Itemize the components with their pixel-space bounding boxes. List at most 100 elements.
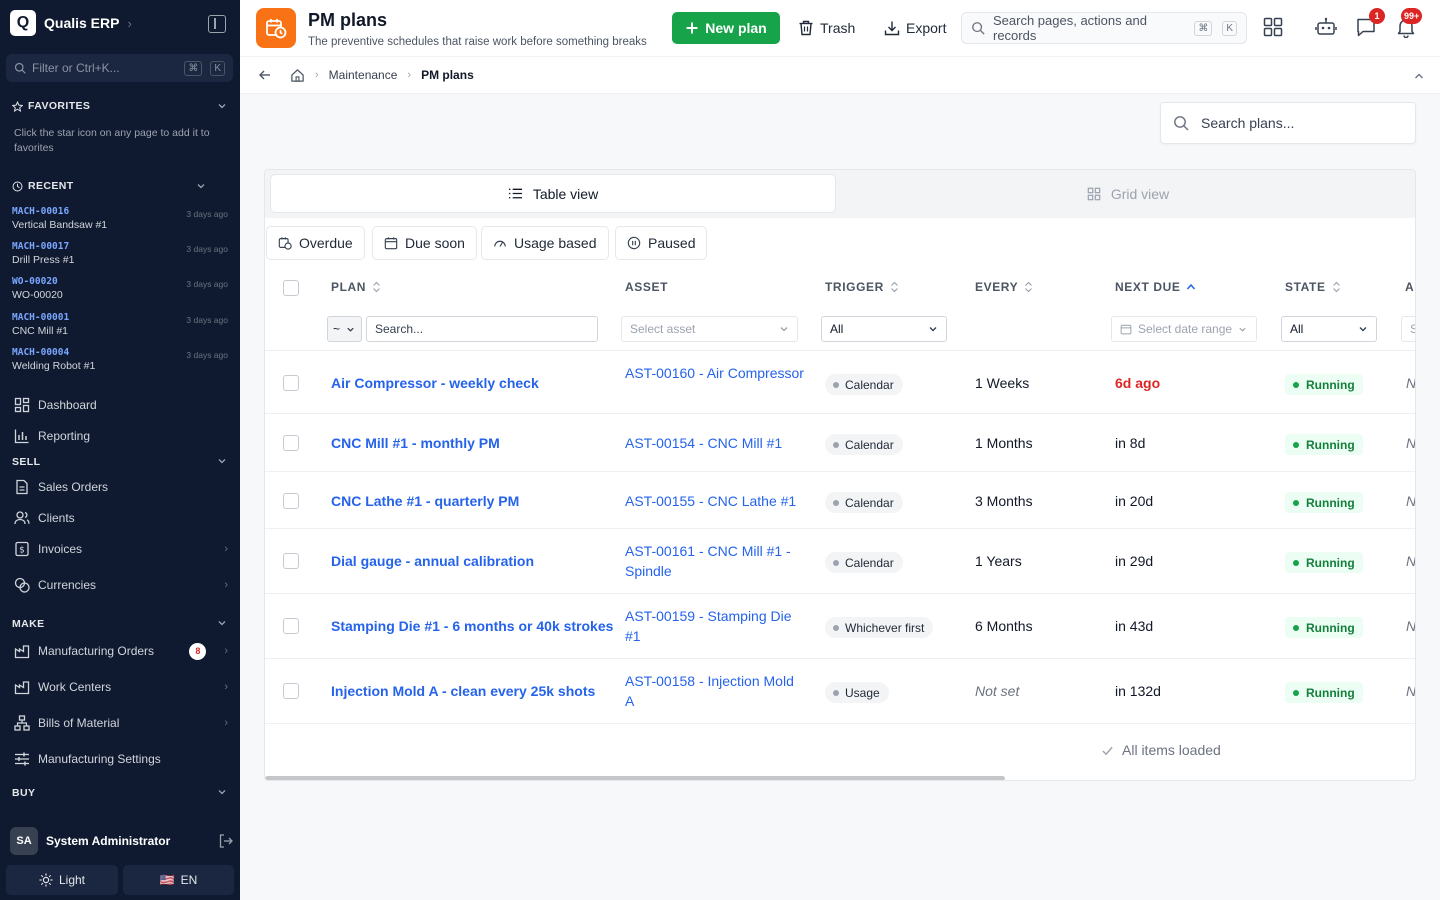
trigger-pill: Calendar [825, 492, 903, 513]
plans-search-placeholder: Search plans... [1201, 115, 1295, 131]
filter-chip-paused[interactable]: Paused [615, 226, 708, 260]
select-all-checkbox[interactable] [283, 280, 299, 296]
sidebar-item-currencies[interactable]: Currencies › [14, 574, 228, 596]
column-header-state[interactable]: STATE [1285, 280, 1341, 294]
robot-icon[interactable] [1315, 16, 1337, 38]
asset-link[interactable]: AST-00154 - CNC Mill #1 [625, 433, 815, 453]
global-search-placeholder: Search pages, actions and records [993, 13, 1147, 43]
trash-button[interactable]: Trash [798, 12, 855, 44]
chevron-down-icon[interactable] [217, 618, 227, 628]
row-checkbox[interactable] [283, 553, 299, 569]
global-search-input[interactable]: Search pages, actions and records ⌘ K [961, 12, 1247, 44]
table-row[interactable]: Stamping Die #1 - 6 months or 40k stroke… [265, 594, 1415, 659]
sidebar-collapse-icon[interactable] [208, 15, 226, 33]
column-header-asset[interactable]: ASSET [625, 280, 668, 294]
table-row[interactable]: Air Compressor - weekly check AST-00160 … [265, 351, 1415, 414]
chevron-down-icon[interactable] [196, 181, 206, 191]
sidebar-item-reporting[interactable]: Reporting [14, 425, 228, 447]
sort-icon [1025, 281, 1033, 293]
next-due-date-range[interactable]: Select date range [1111, 316, 1257, 342]
sidebar-item-sales-orders[interactable]: Sales Orders [14, 476, 228, 498]
sidebar-item-work-centers[interactable]: Work Centers › [14, 676, 228, 698]
table-row[interactable]: Injection Mold A - clean every 25k shots… [265, 659, 1415, 724]
table-row[interactable]: CNC Lathe #1 - quarterly PM AST-00155 - … [265, 472, 1415, 529]
filter-chip-due-soon[interactable]: Due soon [372, 226, 477, 260]
plan-link[interactable]: Stamping Die #1 - 6 months or 40k stroke… [331, 616, 613, 636]
recent-item[interactable]: WO-00020 WO-00020 3 days ago [12, 276, 230, 306]
asset-link[interactable]: AST-00160 - Air Compressor [625, 363, 805, 383]
column-header-trigger[interactable]: TRIGGER [825, 280, 899, 294]
new-plan-label: New plan [705, 20, 767, 36]
filter-chip-usage-based[interactable]: Usage based [481, 226, 609, 260]
row-checkbox[interactable] [283, 493, 299, 509]
arrow-left-icon[interactable] [258, 68, 272, 82]
plan-link[interactable]: Dial gauge - annual calibration [331, 551, 534, 571]
sidebar-item-dashboard[interactable]: Dashboard [14, 394, 228, 416]
plan-operator-select[interactable]: ~ [327, 316, 362, 342]
column-header-extra[interactable]: A [1405, 280, 1414, 294]
chevron-up-icon[interactable] [1413, 70, 1425, 82]
make-section-toggle[interactable]: MAKE [12, 618, 45, 630]
table-row[interactable]: CNC Mill #1 - monthly PM AST-00154 - CNC… [265, 414, 1415, 472]
table-row[interactable]: Dial gauge - annual calibration AST-0016… [265, 529, 1415, 594]
sell-section-toggle[interactable]: SELL [12, 456, 40, 468]
column-header-plan[interactable]: PLAN [331, 280, 381, 294]
tab-grid-view[interactable]: Grid view [845, 174, 1411, 213]
search-icon [14, 62, 26, 74]
buy-section-toggle[interactable]: BUY [12, 787, 35, 799]
sidebar-item-bills-of-material[interactable]: Bills of Material › [14, 712, 228, 734]
plan-link[interactable]: Injection Mold A - clean every 25k shots [331, 681, 595, 701]
theme-toggle-button[interactable]: Light [6, 865, 118, 895]
asset-link[interactable]: AST-00158 - Injection Mold A [625, 671, 805, 711]
filter-chip-overdue[interactable]: Overdue [266, 226, 365, 260]
trigger-filter-select[interactable]: All [821, 316, 947, 342]
sidebar-item-invoices[interactable]: $ Invoices › [14, 538, 228, 560]
sidebar-filter-input[interactable]: Filter or Ctrl+K... ⌘ K [6, 54, 233, 82]
column-header-every[interactable]: EVERY [975, 280, 1033, 294]
download-icon [884, 21, 900, 36]
brand[interactable]: Q Qualis ERP › [10, 10, 132, 36]
sidebar-item-manufacturing-settings[interactable]: Manufacturing Settings [14, 748, 228, 770]
plans-search-input[interactable]: Search plans... [1160, 102, 1416, 144]
apps-grid-icon[interactable] [1262, 16, 1284, 38]
horizontal-scrollbar[interactable] [265, 776, 1005, 780]
sidebar-item-clients[interactable]: Clients [14, 507, 228, 529]
flag-icon: 🇺🇸 [159, 873, 175, 887]
row-checkbox[interactable] [283, 618, 299, 634]
plan-link[interactable]: CNC Mill #1 - monthly PM [331, 433, 500, 453]
recent-item[interactable]: MACH-00017 Drill Press #1 3 days ago [12, 241, 230, 271]
asset-link[interactable]: AST-00155 - CNC Lathe #1 [625, 491, 815, 511]
home-icon[interactable] [290, 68, 305, 83]
row-checkbox[interactable] [283, 435, 299, 451]
recent-section-toggle[interactable]: RECENT [12, 180, 74, 192]
kbd-key: K [210, 60, 225, 76]
export-button[interactable]: Export [884, 12, 946, 44]
column-header-next-due[interactable]: NEXT DUE [1115, 280, 1196, 294]
language-button[interactable]: 🇺🇸 EN [123, 865, 234, 895]
recent-item[interactable]: MACH-00016 Vertical Bandsaw #1 3 days ag… [12, 206, 230, 236]
plan-link[interactable]: CNC Lathe #1 - quarterly PM [331, 491, 519, 511]
chevron-down-icon[interactable] [217, 787, 227, 797]
row-checkbox[interactable] [283, 375, 299, 391]
sidebar-item-label: Bills of Material [38, 716, 120, 730]
recent-item[interactable]: MACH-00001 CNC Mill #1 3 days ago [12, 312, 230, 342]
chevron-down-icon[interactable] [217, 101, 227, 111]
user-menu[interactable]: SA System Administrator [10, 827, 234, 855]
chevron-down-icon[interactable] [217, 456, 227, 466]
asset-link[interactable]: AST-00159 - Stamping Die #1 [625, 606, 805, 646]
tab-table-view[interactable]: Table view [270, 174, 836, 213]
state-filter-select[interactable]: All [1281, 316, 1377, 342]
asset-filter-select[interactable]: Select asset [621, 316, 798, 342]
asset-link[interactable]: AST-00161 - CNC Mill #1 - Spindle [625, 541, 800, 581]
extra-filter-input[interactable]: S [1401, 316, 1415, 342]
plan-filter-input[interactable]: Search... [366, 316, 598, 342]
logout-icon[interactable] [218, 833, 234, 849]
plan-link[interactable]: Air Compressor - weekly check [331, 373, 539, 393]
new-plan-button[interactable]: New plan [672, 12, 780, 44]
breadcrumb-item[interactable]: Maintenance [329, 68, 398, 82]
favorites-section-toggle[interactable]: FAVORITES [12, 100, 90, 112]
dot-icon [1293, 559, 1299, 566]
recent-item[interactable]: MACH-00004 Welding Robot #1 3 days ago [12, 347, 230, 377]
sidebar-item-manufacturing-orders[interactable]: Manufacturing Orders 8 › [14, 640, 228, 662]
row-checkbox[interactable] [283, 683, 299, 699]
